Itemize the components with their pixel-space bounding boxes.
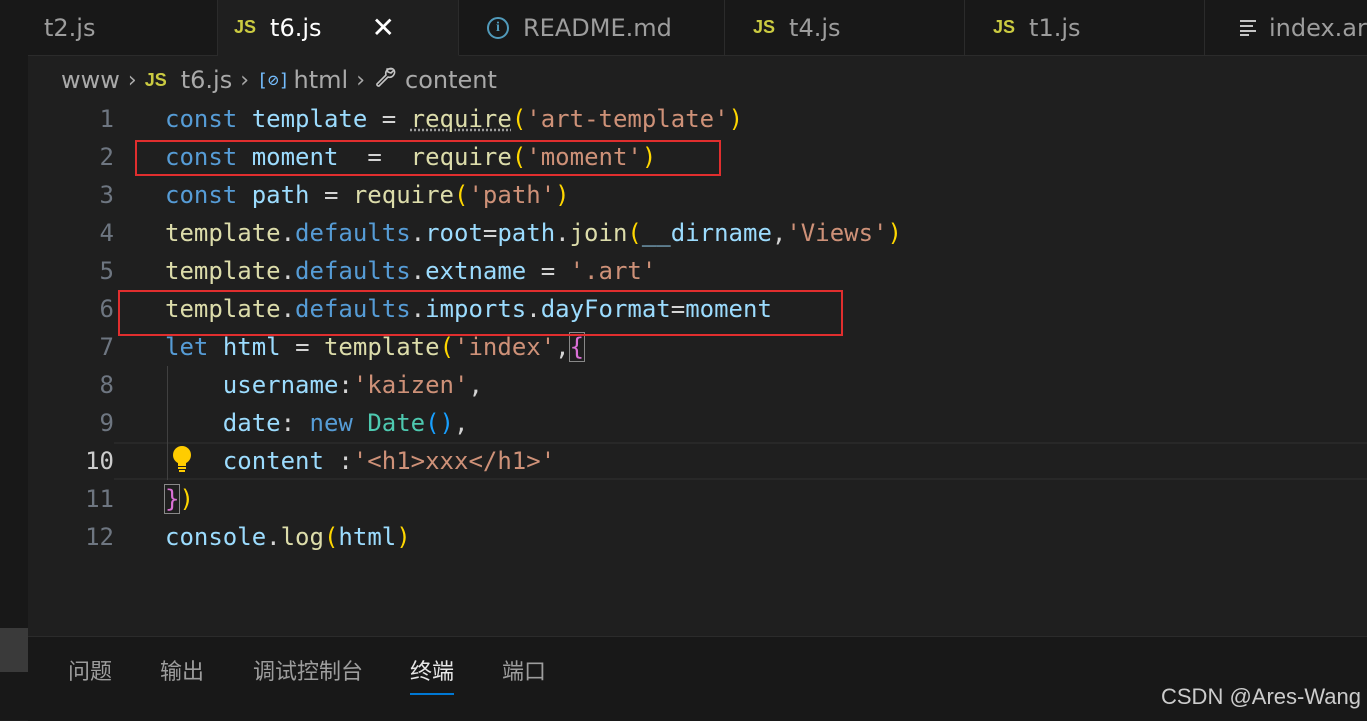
code-line-12[interactable]: console.log(html) (165, 518, 1355, 556)
info-icon: i (487, 17, 509, 39)
code-line-11[interactable]: }) (165, 480, 1355, 518)
watermark: CSDN @Ares-Wang (1161, 684, 1361, 710)
activity-bar (0, 0, 28, 720)
tab-readme-md[interactable]: i README.md (459, 0, 725, 56)
panel-tab-debug-console[interactable]: 调试控制台 (253, 657, 363, 693)
breadcrumb-folder[interactable]: www (61, 66, 120, 94)
tab-label: t6.js (270, 14, 321, 42)
chevron-right-icon: › (128, 68, 137, 93)
tab-t6-js[interactable]: JS t6.js ✕ (218, 0, 459, 56)
line-number: 11 (28, 480, 114, 518)
chevron-right-icon: › (356, 68, 365, 93)
tab-label: README.md (523, 14, 672, 42)
code-line-9[interactable]: date: new Date(), (165, 404, 1355, 442)
tab-t2-js[interactable]: t2.js (28, 0, 218, 56)
line-number: 1 (28, 100, 114, 138)
code-line-1[interactable]: const template = require('art-template') (165, 100, 1355, 138)
breadcrumb: www › JS t6.js › [⊘] html › content (28, 56, 1367, 104)
line-number: 12 (28, 518, 114, 556)
javascript-file-icon: JS (145, 70, 167, 91)
line-number: 5 (28, 252, 114, 290)
panel-tab-problems[interactable]: 问题 (68, 657, 112, 693)
tab-index-art[interactable]: index.art (1205, 0, 1367, 56)
plain-text-file-icon (1239, 14, 1257, 42)
chevron-right-icon: › (240, 68, 249, 93)
javascript-file-icon: JS (993, 17, 1015, 38)
line-number: 3 (28, 176, 114, 214)
annotation-box-line-6 (118, 290, 843, 336)
code-line-4[interactable]: template.defaults.root=path.join(__dirna… (165, 214, 1355, 252)
tab-label: t1.js (1029, 14, 1080, 42)
line-number: 2 (28, 138, 114, 176)
breadcrumb-variable[interactable]: html (294, 66, 349, 94)
code-line-10[interactable]: content :'<h1>xxx</h1>' (165, 442, 1355, 480)
line-number-gutter: 1 2 3 4 5 6 7 8 9 10 11 12 (28, 100, 114, 556)
line-number: 9 (28, 404, 114, 442)
line-number: 4 (28, 214, 114, 252)
code-line-5[interactable]: template.defaults.extname = '.art' (165, 252, 1355, 290)
javascript-file-icon: JS (753, 17, 775, 38)
tab-label: t2.js (44, 14, 95, 42)
code-line-3[interactable]: const path = require('path') (165, 176, 1355, 214)
code-line-8[interactable]: username:'kaizen', (165, 366, 1355, 404)
breadcrumb-file[interactable]: t6.js (181, 66, 232, 94)
line-number-current: 10 (28, 442, 114, 480)
tab-label: t4.js (789, 14, 840, 42)
line-number: 7 (28, 328, 114, 366)
annotation-box-line-2 (135, 140, 721, 176)
panel-tab-ports[interactable]: 端口 (502, 657, 546, 693)
wrench-icon (373, 65, 397, 95)
line-number: 6 (28, 290, 114, 328)
tab-t1-js[interactable]: JS t1.js (965, 0, 1205, 56)
close-icon[interactable]: ✕ (372, 14, 395, 42)
editor-tab-bar: t2.js JS t6.js ✕ i README.md JS t4.js JS… (28, 0, 1367, 56)
javascript-file-icon: JS (234, 17, 256, 38)
panel-tab-terminal[interactable]: 终端 (410, 657, 454, 695)
lightbulb-icon[interactable] (171, 445, 193, 475)
variable-icon: [⊘] (257, 70, 290, 91)
line-number: 8 (28, 366, 114, 404)
activity-bar-active-indicator[interactable] (0, 628, 28, 672)
tab-label: index.art (1269, 14, 1367, 42)
tab-t4-js[interactable]: JS t4.js (725, 0, 965, 56)
code-editor[interactable]: 1 2 3 4 5 6 7 8 9 10 11 12 const templat… (28, 100, 1367, 636)
panel-tab-output[interactable]: 输出 (160, 657, 204, 693)
breadcrumb-property[interactable]: content (405, 66, 497, 94)
